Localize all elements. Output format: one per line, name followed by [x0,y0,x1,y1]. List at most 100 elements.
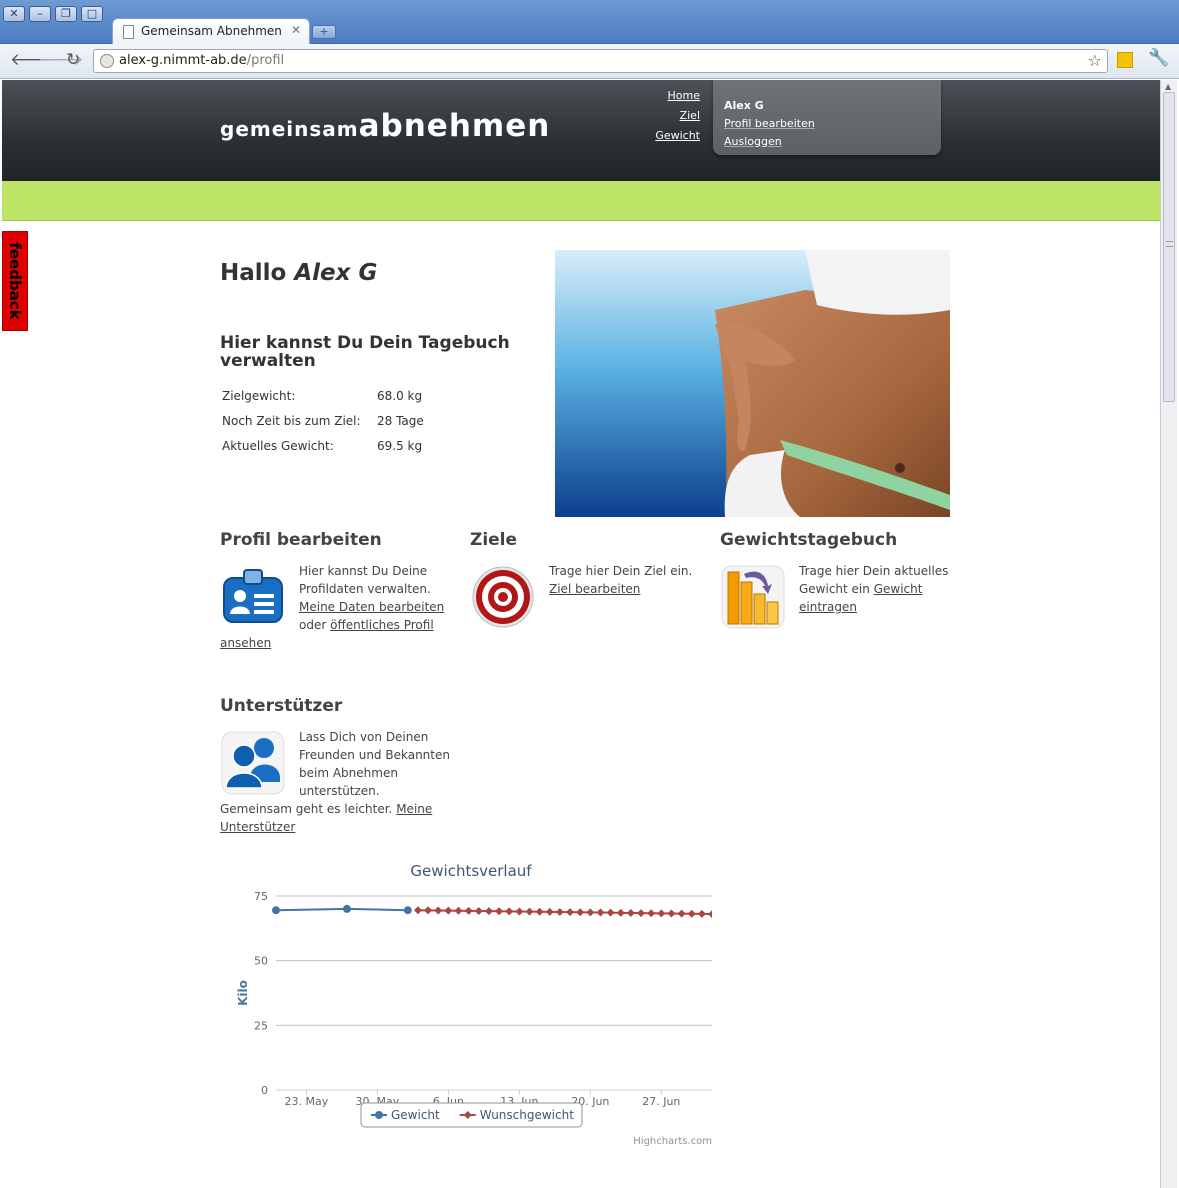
data-point [626,908,635,917]
scroll-up-icon[interactable]: ▲ [1165,82,1171,91]
main-nav: Home Ziel Gewicht [655,86,700,146]
minimize-icon: – [37,7,43,20]
data-point [657,909,666,918]
scroll-thumb[interactable] [1163,92,1175,402]
data-point [576,908,585,917]
feedback-tab[interactable]: feedback [2,231,28,331]
edit-goal-link[interactable]: Ziel bearbeiten [549,582,640,596]
user-menu: Alex G Profil bearbeiten Ausloggen [713,80,941,155]
new-tab-button[interactable]: + [312,25,336,39]
data-point [697,909,706,918]
wrench-menu-icon[interactable]: 🔧 [1148,48,1169,68]
restore-icon: ❐ [61,7,71,20]
page-scrollbar[interactable]: ▲ [1160,80,1177,1188]
y-tick-label: 75 [254,890,268,903]
reload-icon[interactable]: ↻ [66,50,80,70]
url-path: /profil [246,53,285,68]
profile-or: oder [299,618,327,632]
data-point [454,906,463,915]
browser-tab[interactable]: Gemeinsam Abnehmen ✕ [112,18,310,45]
table-row: Aktuelles Gewicht: 69.5 kg [220,433,426,458]
profile-text: Hier kannst Du Deine Profildaten verwalt… [299,564,431,596]
data-point [596,908,605,917]
page-viewport: gemeinsamabnehmen Home Ziel Gewicht Alex… [2,80,1160,1188]
data-point [464,906,473,915]
edit-data-link[interactable]: Meine Daten bearbeiten [299,600,444,614]
x-tick-label: 27. Jun [642,1095,680,1108]
logout-link[interactable]: Ausloggen [724,133,930,151]
site-header: gemeinsamabnehmen Home Ziel Gewicht Alex… [2,80,1160,181]
tab-title: Gemeinsam Abnehmen [141,24,282,38]
close-window-button[interactable]: ✕ [3,6,25,22]
chart-credits[interactable]: Highcharts.com [633,1136,712,1147]
data-point [403,906,412,915]
data-point [606,908,615,917]
data-point [484,907,493,916]
data-point [586,908,595,917]
url-host: alex-g.nimmt-ab.de [119,53,247,68]
stat-value: 28 Tage [377,413,424,428]
data-point [515,907,524,916]
grip-icon [1166,241,1173,247]
goals-text: Trage hier Dein Ziel ein. [549,564,693,578]
series-line [275,907,408,912]
stat-value: 69.5 kg [377,438,423,453]
y-tick-label: 0 [261,1084,268,1097]
data-point [342,904,351,913]
bookmark-star-icon[interactable]: ☆ [1088,51,1102,70]
data-point [444,906,453,915]
tab-close-icon[interactable]: ✕ [291,23,301,37]
chart-title: Gewichtsverlauf [410,862,532,880]
data-point [413,906,422,915]
profile-section: Profil bearbeiten Hier kannst Du Deine P… [220,530,450,652]
stat-value: 68.0 kg [377,388,423,403]
profile-title: Profil bearbeiten [220,530,382,550]
address-url[interactable]: alex-g.nimmt-ab.de/profil [119,53,284,68]
goals-title: Ziele [470,530,518,550]
data-point [677,909,686,918]
stat-label: Aktuelles Gewicht: [222,438,334,453]
logo-bold-text: abnehmen [358,108,551,144]
site-logo[interactable]: gemeinsamabnehmen [220,108,550,144]
nav-ziel-link[interactable]: Ziel [655,106,700,126]
hero-image [555,250,950,517]
data-point [535,907,544,916]
stat-label: Noch Zeit bis zum Ziel: [222,413,361,428]
data-point [555,908,564,917]
data-point [525,907,534,916]
browser-titlebar: ✕ – ❐ □ Gemeinsam Abnehmen ✕ + [0,0,1179,45]
data-point [637,909,646,918]
document-icon [123,25,134,39]
accent-bar [2,181,1160,221]
weight-section: Gewichtstagebuch Trage hier Dein aktuell… [720,530,950,630]
greeting-prefix: Hallo [220,260,287,286]
data-point [272,906,280,915]
data-point [708,910,716,919]
data-point [566,908,575,917]
target-icon [472,566,534,628]
greeting-heading: Hallo Alex G [220,260,377,286]
data-point [505,907,514,916]
data-point [616,908,625,917]
users-icon [221,731,285,795]
chart-plot: 025507523. May 30. May 6. Jun 13. Jun 20. Ju… [236,890,716,1128]
restore-window-button[interactable]: ❐ [55,6,77,22]
browser-toolbar: 🡐 🡒 ↻ alex-g.nimmt-ab.de/profil ☆ 🔧 [0,44,1179,79]
y-tick-label: 50 [254,955,268,968]
diary-heading: Hier kannst Du Dein Tagebuch verwalten [220,333,510,371]
address-bar[interactable]: alex-g.nimmt-ab.de/profil ☆ [93,49,1108,73]
legend-label: Wunschgewicht [480,1108,574,1122]
table-row: Noch Zeit bis zum Ziel: 28 Tage [220,408,426,433]
data-point [667,909,676,918]
edit-profile-link[interactable]: Profil bearbeiten [724,115,930,133]
maximize-icon: □ [86,7,98,20]
nav-gewicht-link[interactable]: Gewicht [655,126,700,146]
data-point [495,907,504,916]
stat-label: Zielgewicht: [222,388,296,403]
close-icon: ✕ [9,7,19,20]
nav-home-link[interactable]: Home [655,86,700,106]
maximize-window-button[interactable]: □ [81,6,103,22]
extension-icon[interactable] [1117,52,1133,68]
minimize-window-button[interactable]: – [29,6,51,22]
data-point [545,907,554,916]
